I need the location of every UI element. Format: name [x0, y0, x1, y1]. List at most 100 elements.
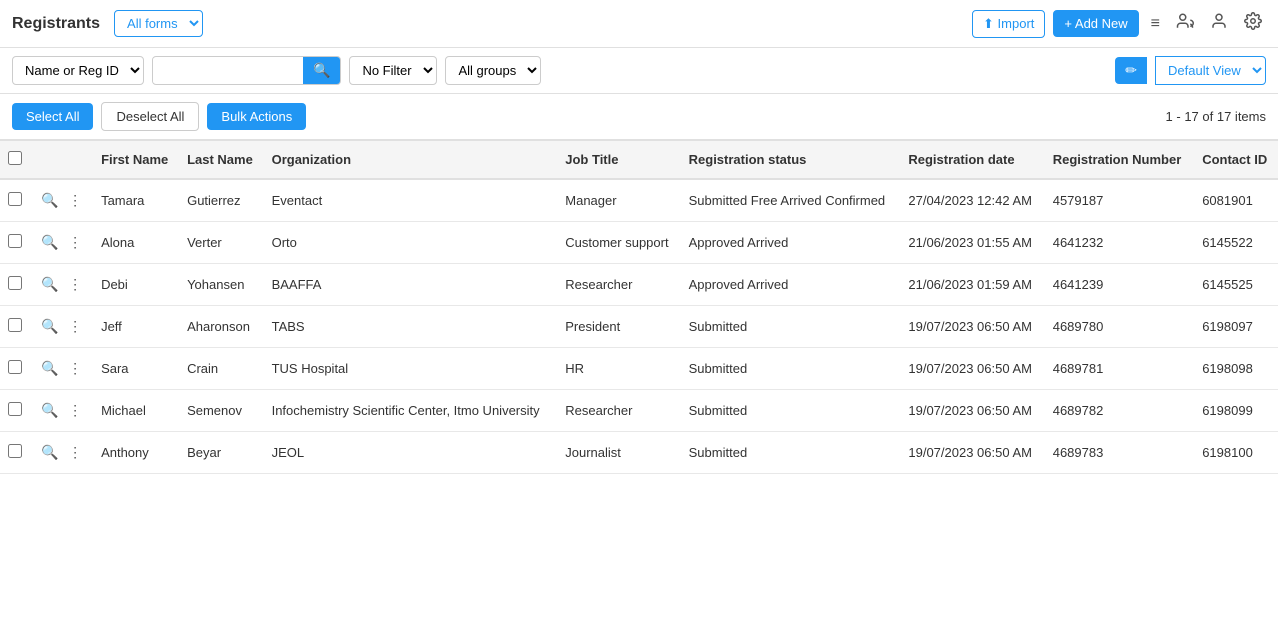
import-button[interactable]: ⬆ Import [972, 10, 1045, 38]
row-more-icon[interactable]: ⋮ [65, 400, 85, 421]
row-more-icon[interactable]: ⋮ [65, 358, 85, 379]
header-first-name: First Name [93, 141, 179, 180]
row-more-icon[interactable]: ⋮ [65, 274, 85, 295]
row-registration-date: 19/07/2023 06:50 AM [900, 390, 1044, 432]
row-first-name: Tamara [93, 179, 179, 222]
row-job-title: Manager [557, 179, 680, 222]
list-icon[interactable]: ≡ [1147, 11, 1164, 37]
row-checkbox-cell [0, 264, 30, 306]
row-registration-date: 19/07/2023 06:50 AM [900, 306, 1044, 348]
row-checkbox[interactable] [8, 234, 22, 248]
row-first-name: Sara [93, 348, 179, 390]
row-checkbox[interactable] [8, 402, 22, 416]
gear-icon[interactable] [1240, 8, 1266, 39]
add-new-button[interactable]: + Add New [1053, 10, 1138, 37]
row-checkbox[interactable] [8, 192, 22, 206]
row-checkbox[interactable] [8, 276, 22, 290]
row-checkbox-cell [0, 222, 30, 264]
row-contact-id: 6145525 [1194, 264, 1278, 306]
row-checkbox-cell [0, 390, 30, 432]
row-actions-cell: 🔍 ⋮ [30, 432, 93, 474]
deselect-all-button[interactable]: Deselect All [101, 102, 199, 131]
row-registration-status: Submitted [681, 432, 901, 474]
row-checkbox[interactable] [8, 444, 22, 458]
row-checkbox[interactable] [8, 318, 22, 332]
search-button[interactable]: 🔍 [303, 57, 340, 84]
no-filter-select[interactable]: No Filter [349, 56, 437, 85]
header-job-title: Job Title [557, 141, 680, 180]
row-more-icon[interactable]: ⋮ [65, 232, 85, 253]
row-registration-date: 27/04/2023 12:42 AM [900, 179, 1044, 222]
row-search-icon[interactable]: 🔍 [38, 358, 61, 379]
users-icon[interactable] [1172, 8, 1198, 39]
row-registration-number: 4689780 [1045, 306, 1194, 348]
row-actions-cell: 🔍 ⋮ [30, 390, 93, 432]
row-registration-date: 19/07/2023 06:50 AM [900, 432, 1044, 474]
row-checkbox-cell [0, 348, 30, 390]
header-checkbox[interactable] [8, 151, 22, 165]
row-job-title: Researcher [557, 390, 680, 432]
row-search-icon[interactable]: 🔍 [38, 232, 61, 253]
row-search-icon[interactable]: 🔍 [38, 190, 61, 211]
table-row: 🔍 ⋮ Jeff Aharonson TABS President Submit… [0, 306, 1278, 348]
row-contact-id: 6198100 [1194, 432, 1278, 474]
row-registration-status: Submitted [681, 348, 901, 390]
table-row: 🔍 ⋮ Sara Crain TUS Hospital HR Submitted… [0, 348, 1278, 390]
table-row: 🔍 ⋮ Anthony Beyar JEOL Journalist Submit… [0, 432, 1278, 474]
row-search-icon[interactable]: 🔍 [38, 274, 61, 295]
row-registration-status: Submitted [681, 390, 901, 432]
row-contact-id: 6198098 [1194, 348, 1278, 390]
row-actions-cell: 🔍 ⋮ [30, 222, 93, 264]
header-row-actions [30, 141, 93, 180]
row-registration-status: Submitted [681, 306, 901, 348]
header-registration-date: Registration date [900, 141, 1044, 180]
row-last-name: Yohansen [179, 264, 264, 306]
forms-select[interactable]: All forms [114, 10, 203, 37]
row-organization: Eventact [264, 179, 558, 222]
header-last-name: Last Name [179, 141, 264, 180]
row-more-icon[interactable]: ⋮ [65, 190, 85, 211]
row-actions-cell: 🔍 ⋮ [30, 264, 93, 306]
table-row: 🔍 ⋮ Michael Semenov Infochemistry Scient… [0, 390, 1278, 432]
row-actions-cell: 🔍 ⋮ [30, 306, 93, 348]
row-last-name: Gutierrez [179, 179, 264, 222]
table-row: 🔍 ⋮ Tamara Gutierrez Eventact Manager Su… [0, 179, 1278, 222]
row-checkbox-cell [0, 306, 30, 348]
row-last-name: Aharonson [179, 306, 264, 348]
default-view-select[interactable]: Default View [1155, 56, 1266, 85]
row-last-name: Crain [179, 348, 264, 390]
row-contact-id: 6198099 [1194, 390, 1278, 432]
row-search-icon[interactable]: 🔍 [38, 400, 61, 421]
header-registration-status: Registration status [681, 141, 901, 180]
row-organization: Orto [264, 222, 558, 264]
name-reg-id-select[interactable]: Name or Reg ID [12, 56, 144, 85]
bulk-actions-button[interactable]: Bulk Actions [207, 103, 306, 130]
page-title: Registrants [12, 15, 100, 33]
header-checkbox-cell [0, 141, 30, 180]
header-organization: Organization [264, 141, 558, 180]
table-row: 🔍 ⋮ Debi Yohansen BAAFFA Researcher Appr… [0, 264, 1278, 306]
row-first-name: Michael [93, 390, 179, 432]
row-checkbox[interactable] [8, 360, 22, 374]
all-groups-select[interactable]: All groups [445, 56, 541, 85]
row-contact-id: 6081901 [1194, 179, 1278, 222]
row-more-icon[interactable]: ⋮ [65, 442, 85, 463]
edit-view-button[interactable]: ✏ [1115, 57, 1147, 84]
row-registration-number: 4579187 [1045, 179, 1194, 222]
row-first-name: Alona [93, 222, 179, 264]
table-header-row: First Name Last Name Organization Job Ti… [0, 141, 1278, 180]
row-registration-date: 19/07/2023 06:50 AM [900, 348, 1044, 390]
search-field-wrapper: 🔍 [152, 56, 341, 85]
row-registration-status: Submitted Free Arrived Confirmed [681, 179, 901, 222]
row-last-name: Semenov [179, 390, 264, 432]
row-first-name: Jeff [93, 306, 179, 348]
row-search-icon[interactable]: 🔍 [38, 442, 61, 463]
row-contact-id: 6145522 [1194, 222, 1278, 264]
row-first-name: Debi [93, 264, 179, 306]
search-input[interactable] [153, 58, 303, 83]
person-icon[interactable] [1206, 8, 1232, 39]
row-registration-status: Approved Arrived [681, 264, 901, 306]
row-search-icon[interactable]: 🔍 [38, 316, 61, 337]
row-more-icon[interactable]: ⋮ [65, 316, 85, 337]
select-all-button[interactable]: Select All [12, 103, 93, 130]
